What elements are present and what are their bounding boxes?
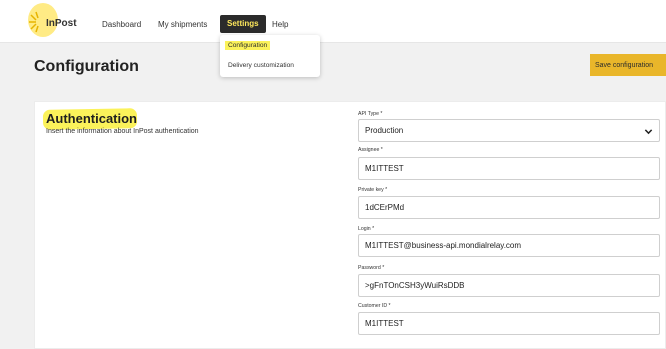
nav-my-shipments[interactable]: My shipments bbox=[158, 20, 207, 29]
inpost-logo-rays-icon bbox=[29, 11, 39, 33]
page-title: Configuration bbox=[34, 58, 139, 75]
save-configuration-button[interactable]: Save configuration bbox=[590, 54, 666, 76]
password-input[interactable]: >gFnTOnCSH3yWuiRsDDB bbox=[358, 274, 660, 297]
assignee-label: Assignee * bbox=[358, 147, 383, 153]
private-key-label: Private key * bbox=[358, 187, 388, 193]
menu-item-configuration[interactable]: Configuration bbox=[225, 41, 271, 50]
password-label: Password * bbox=[358, 265, 385, 271]
customer-id-input[interactable]: M1ITTEST bbox=[358, 312, 660, 335]
chevron-down-icon bbox=[644, 129, 653, 135]
section-title: Authentication bbox=[46, 111, 137, 126]
top-navigation-bar bbox=[0, 0, 666, 43]
private-key-input[interactable]: 1dCErPMd bbox=[358, 196, 660, 219]
api-type-value: Production bbox=[365, 126, 404, 135]
api-type-select[interactable]: Production bbox=[358, 119, 660, 142]
menu-item-delivery-customization[interactable]: Delivery customization bbox=[228, 62, 294, 69]
api-type-label: API Type * bbox=[358, 111, 383, 117]
nav-settings[interactable]: Settings bbox=[220, 15, 266, 33]
nav-help[interactable]: Help bbox=[272, 20, 288, 29]
login-label: Login * bbox=[358, 226, 375, 232]
brand-name[interactable]: InPost bbox=[46, 18, 77, 29]
settings-dropdown-menu: Configuration Delivery customization bbox=[220, 35, 320, 77]
login-input[interactable]: M1ITTEST@business-api.mondialrelay.com bbox=[358, 234, 660, 257]
section-description: Insert the information about InPost auth… bbox=[46, 128, 199, 135]
assignee-input[interactable]: M1ITTEST bbox=[358, 157, 660, 180]
customer-id-label: Customer ID * bbox=[358, 303, 391, 309]
nav-dashboard[interactable]: Dashboard bbox=[102, 20, 141, 29]
